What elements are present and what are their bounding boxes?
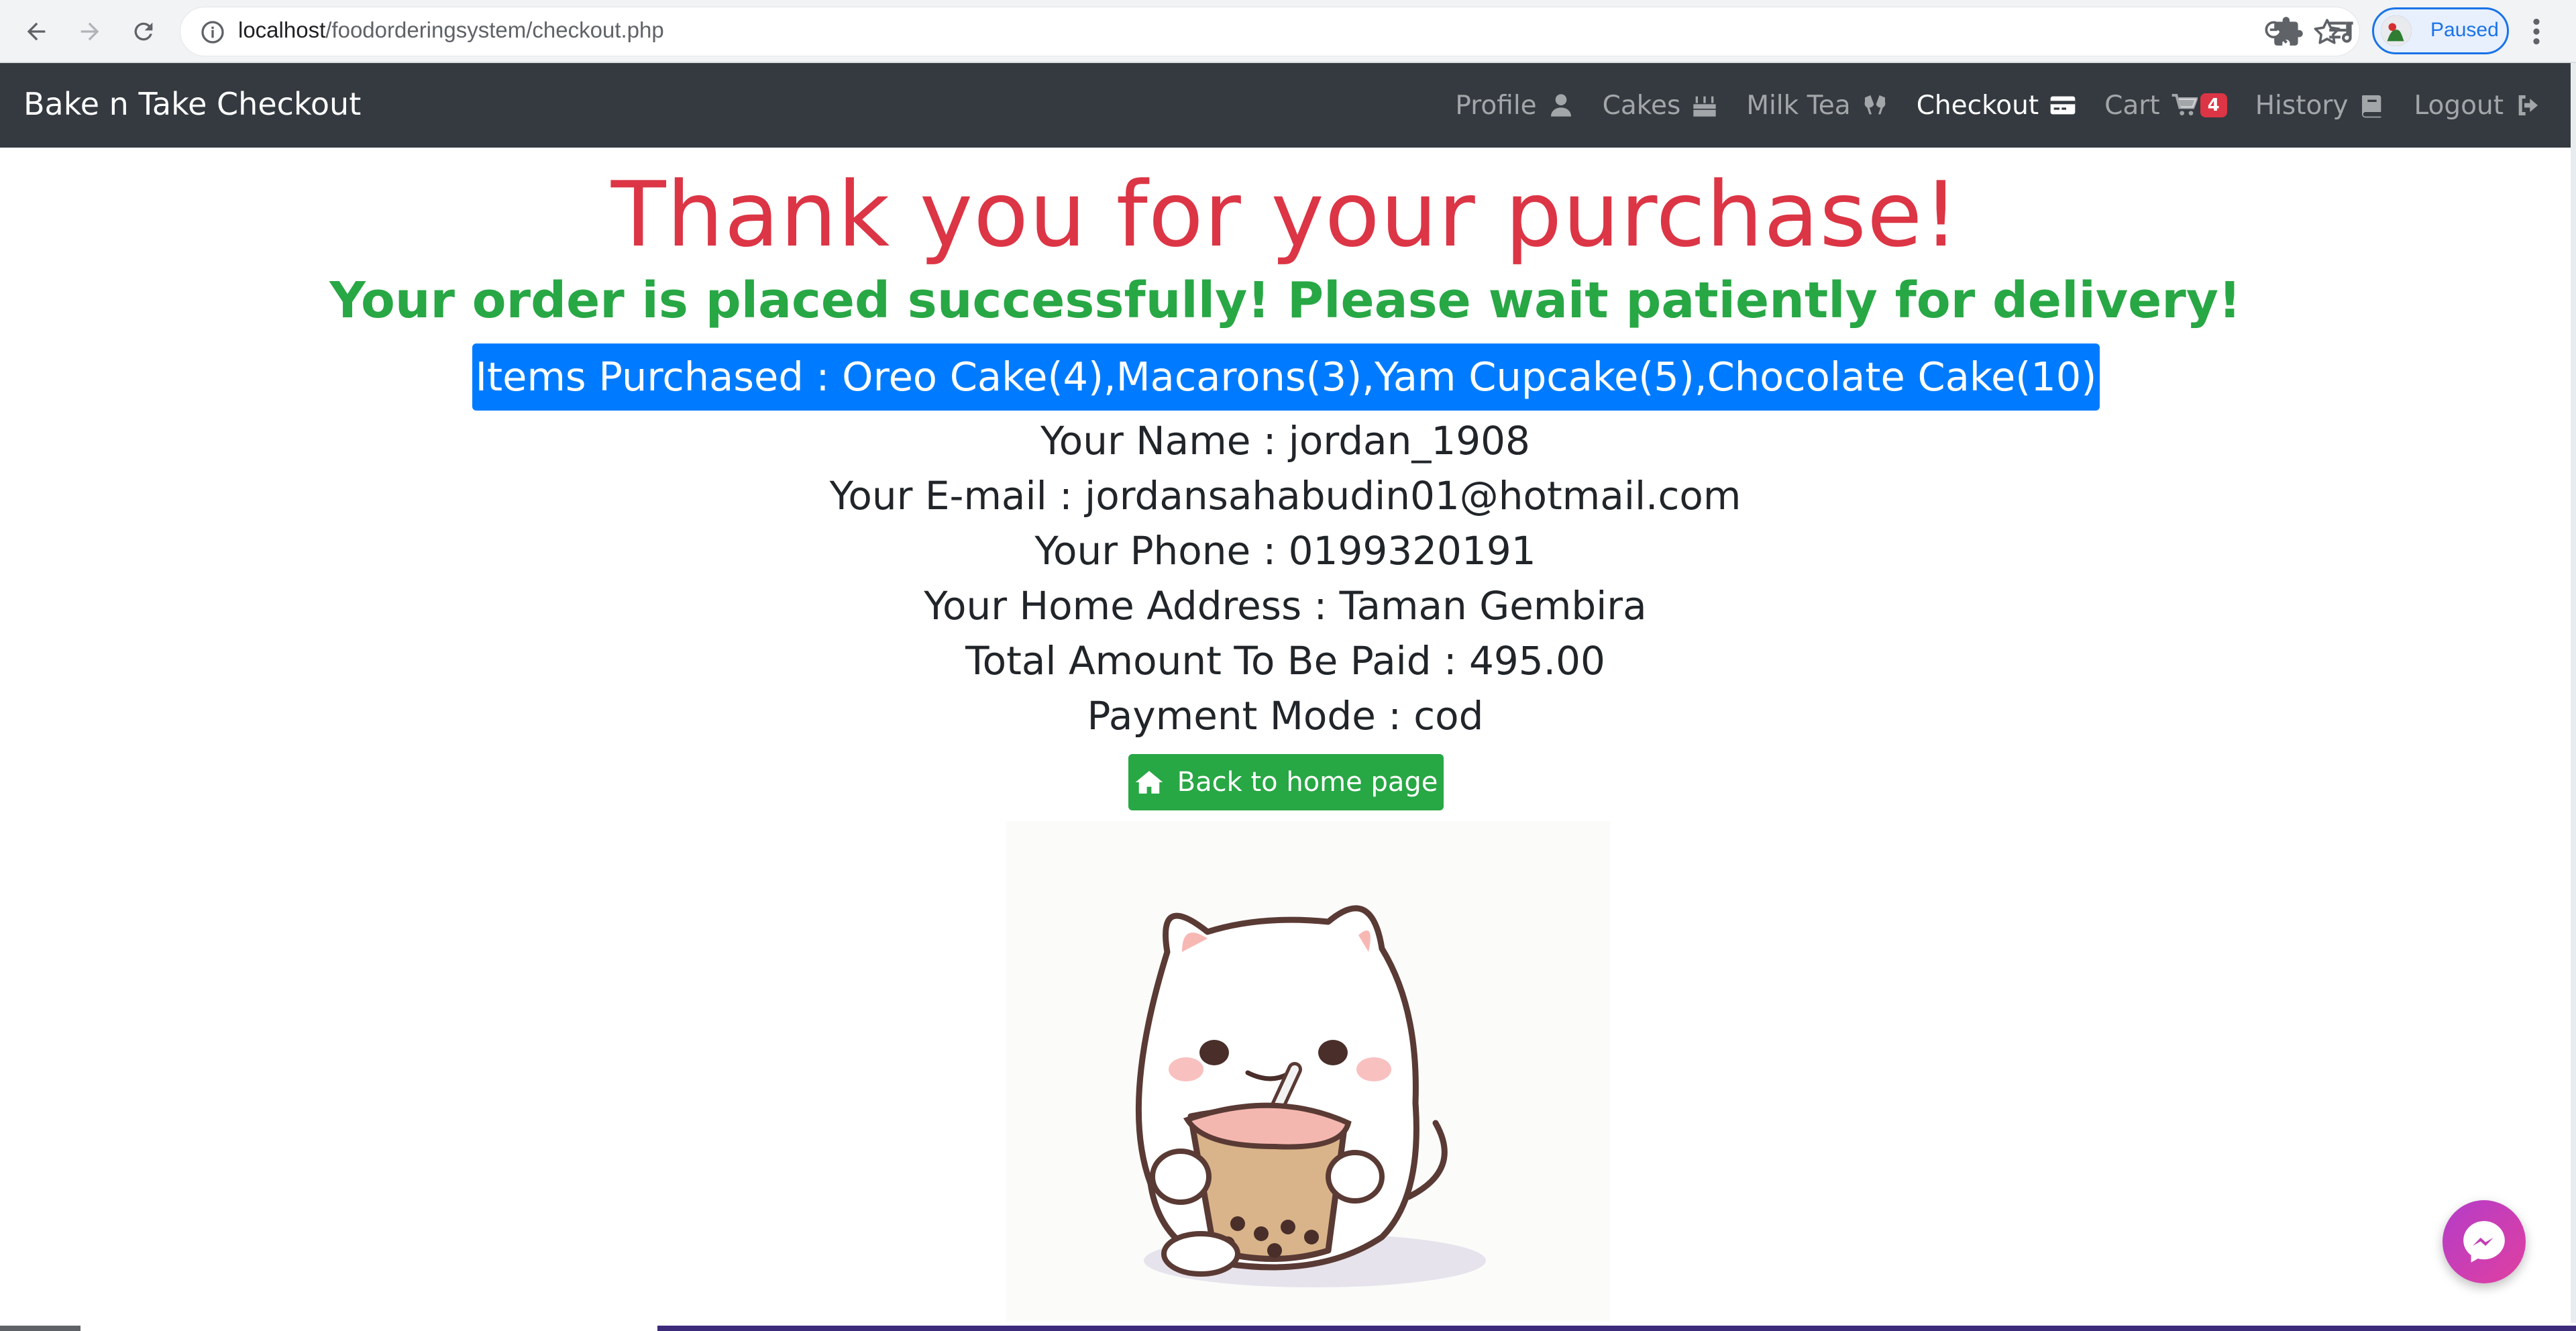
back-to-home-button[interactable]: Back to home page [1128, 754, 1444, 810]
extensions-puzzle-icon[interactable] [2271, 15, 2305, 48]
back-button[interactable] [16, 11, 56, 52]
messenger-chat-button[interactable] [2443, 1200, 2526, 1283]
arrow-right-icon [80, 22, 99, 41]
scrollbar-track[interactable] [2571, 63, 2576, 1331]
nav-item-profile[interactable]: Profile [1455, 91, 1574, 121]
nav-item-label: Logout [2414, 90, 2504, 121]
avatar [2381, 15, 2412, 46]
reading-list-icon[interactable] [2325, 15, 2359, 48]
nav-item-cart[interactable]: Cart 4 [2104, 91, 2227, 121]
user-icon [1548, 92, 1574, 119]
reload-button[interactable] [123, 11, 164, 52]
home-icon [1135, 771, 1163, 794]
items-purchased-banner: Items Purchased : Oreo Cake(4),Macarons(… [472, 343, 2100, 411]
shopping-cart-icon [2171, 92, 2198, 119]
site-navbar: Bake n Take Checkout Profile Cakes Milk … [0, 63, 2571, 148]
nav-item-label: Cakes [1602, 90, 1681, 121]
reload-icon [134, 22, 153, 41]
customer-address: Your Home Address : Taman Gembira [924, 583, 1647, 629]
birthday-cake-icon [1691, 92, 1718, 119]
success-message: Your order is placed successfully! Pleas… [329, 272, 2241, 329]
glass-cheers-icon [1862, 92, 1888, 119]
customer-email: Your E-mail : jordansahabudin01@hotmail.… [829, 473, 1741, 519]
profile-chip[interactable]: Paused [2372, 7, 2509, 54]
nav-item-label: Profile [1455, 90, 1537, 121]
book-icon [2359, 92, 2385, 119]
forward-button[interactable] [70, 11, 110, 52]
back-to-home-label: Back to home page [1177, 767, 1438, 798]
navbar-brand[interactable]: Bake n Take Checkout [23, 86, 361, 122]
page-title: Thank you for your purchase! [610, 162, 1960, 267]
nav-item-checkout[interactable]: Checkout [1917, 91, 2076, 121]
address-bar[interactable]: localhost/foodorderingsystem/checkout.ph… [180, 7, 2360, 56]
nav-item-history[interactable]: History [2255, 91, 2386, 121]
nav-item-label: History [2255, 90, 2349, 121]
nav-item-milk-tea[interactable]: Milk Tea [1746, 91, 1888, 121]
profile-status: Paused [2430, 19, 2499, 41]
info-icon[interactable] [199, 19, 226, 46]
checkout-confirmation: Thank you for your purchase! Your order … [0, 148, 2571, 1322]
customer-phone: Your Phone : 0199320191 [1034, 528, 1536, 574]
sign-out-icon [2514, 92, 2541, 119]
customer-name: Your Name : jordan_1908 [1040, 418, 1530, 464]
cat-bubble-tea-image [1006, 821, 1610, 1322]
browser-toolbar: localhost/foodorderingsystem/checkout.ph… [0, 0, 2576, 63]
messenger-icon [2463, 1221, 2505, 1263]
cart-count-badge: 4 [2200, 93, 2227, 117]
arrow-left-icon [27, 22, 46, 41]
nav-item-cakes[interactable]: Cakes [1603, 91, 1719, 121]
credit-card-icon [2049, 92, 2076, 119]
browser-menu-icon[interactable] [2526, 15, 2546, 48]
nav-menu: Profile Cakes Milk Tea Checkout Cart 4 H… [1427, 63, 2541, 148]
nav-item-label: Checkout [1916, 90, 2039, 121]
payment-mode: Payment Mode : cod [1087, 693, 1484, 739]
nav-item-logout[interactable]: Logout [2414, 91, 2541, 121]
taskbar-edge [0, 1323, 2576, 1331]
nav-item-label: Cart [2104, 90, 2160, 121]
nav-item-label: Milk Tea [1746, 90, 1851, 121]
total-amount: Total Amount To Be Paid : 495.00 [965, 638, 1605, 684]
url-text: localhost/foodorderingsystem/checkout.ph… [238, 17, 664, 42]
